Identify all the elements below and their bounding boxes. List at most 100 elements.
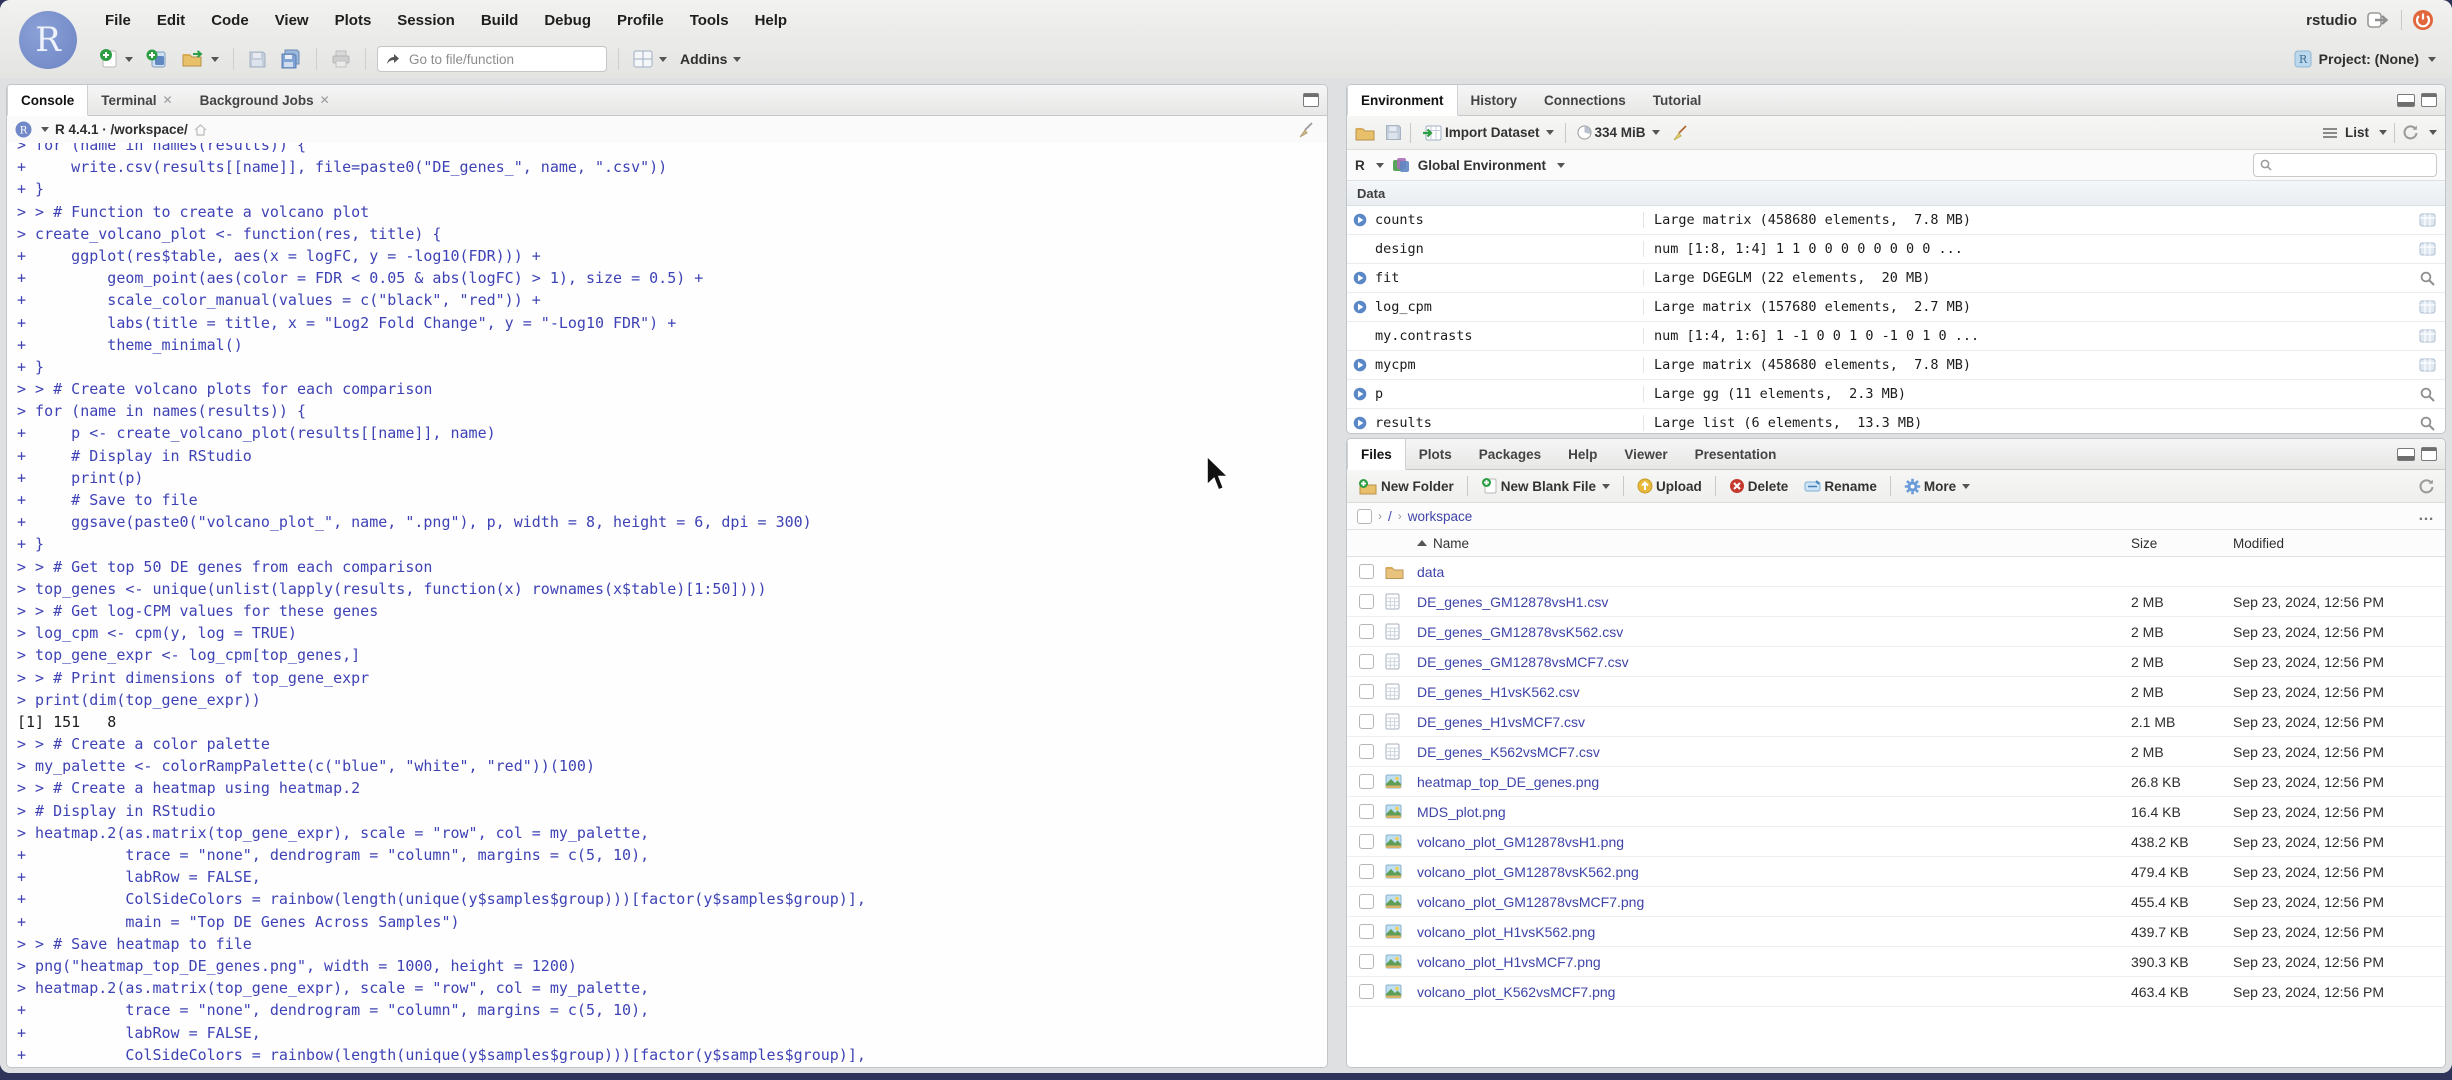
menu-view[interactable]: View: [262, 12, 322, 29]
file-name-link[interactable]: DE_genes_GM12878vsH1.csv: [1417, 594, 2131, 610]
goto-file-input[interactable]: [407, 50, 571, 68]
file-row[interactable]: DE_genes_GM12878vsMCF7.csv 2 MB Sep 23, 20…: [1347, 647, 2445, 677]
file-name-link[interactable]: volcano_plot_K562vsMCF7.png: [1417, 984, 2131, 1000]
file-checkbox[interactable]: [1359, 804, 1374, 819]
new-project-button[interactable]: [143, 46, 171, 72]
path-options-button[interactable]: …: [2418, 507, 2435, 525]
open-file-button[interactable]: [178, 47, 222, 71]
menu-session[interactable]: Session: [384, 12, 468, 29]
sign-out-icon[interactable]: [2367, 11, 2391, 29]
column-modified[interactable]: Modified: [2233, 536, 2445, 551]
breadcrumb-root[interactable]: /: [1388, 509, 1392, 524]
menu-build[interactable]: Build: [468, 12, 532, 29]
view-table-icon[interactable]: [2409, 242, 2445, 256]
console-output[interactable]: > for (name in names(results)) {+ write.…: [7, 143, 1327, 1067]
workspace-panes-button[interactable]: [630, 48, 670, 70]
expand-arrow-icon[interactable]: [1347, 416, 1373, 430]
env-row[interactable]: my.contrasts num [1:4, 1:6] 1 -1 0 0 1 0 …: [1347, 322, 2445, 351]
expand-arrow-icon[interactable]: [1347, 387, 1373, 401]
tab-background-jobs[interactable]: Background Jobs ✕: [187, 85, 344, 115]
menu-file[interactable]: File: [92, 12, 144, 29]
view-table-icon[interactable]: [2409, 213, 2445, 227]
file-checkbox[interactable]: [1359, 774, 1374, 789]
tab-console[interactable]: Console: [7, 85, 89, 116]
view-mode-button[interactable]: List: [2345, 125, 2369, 140]
file-row[interactable]: volcano_plot_GM12878vsMCF7.png 455.4 KB Se…: [1347, 887, 2445, 917]
file-row[interactable]: volcano_plot_K562vsMCF7.png 463.4 KB Sep 2…: [1347, 977, 2445, 1007]
file-row[interactable]: DE_genes_GM12878vsH1.csv 2 MB Sep 23, 2024…: [1347, 587, 2445, 617]
file-name-link[interactable]: DE_genes_H1vsMCF7.csv: [1417, 714, 2131, 730]
file-checkbox[interactable]: [1359, 684, 1374, 699]
menu-help[interactable]: Help: [742, 12, 801, 29]
refresh-icon[interactable]: [2402, 124, 2419, 141]
file-name-link[interactable]: MDS_plot.png: [1417, 804, 2131, 820]
save-all-button[interactable]: [277, 47, 305, 71]
env-row[interactable]: p Large gg (11 elements, 2.3 MB): [1347, 380, 2445, 409]
tab-history[interactable]: History: [1458, 85, 1532, 115]
new-file-button[interactable]: [96, 46, 136, 72]
file-row[interactable]: DE_genes_H1vsMCF7.csv 2.1 MB Sep 23, 2024,…: [1347, 707, 2445, 737]
maximize-pane-icon[interactable]: [2421, 93, 2437, 107]
close-tab-icon[interactable]: ✕: [320, 93, 330, 107]
file-checkbox[interactable]: [1359, 834, 1374, 849]
file-checkbox[interactable]: [1359, 744, 1374, 759]
env-row[interactable]: counts Large matrix (458680 elements, 7.8…: [1347, 206, 2445, 235]
file-name-link[interactable]: heatmap_top_DE_genes.png: [1417, 774, 2131, 790]
env-row[interactable]: results Large list (6 elements, 13.3 MB): [1347, 409, 2445, 433]
menu-code[interactable]: Code: [198, 12, 262, 29]
tab-help[interactable]: Help: [1555, 439, 1611, 469]
environment-search[interactable]: [2253, 153, 2437, 177]
new-blank-file-button[interactable]: New Blank File: [1478, 475, 1613, 497]
quit-session-icon[interactable]: [2412, 9, 2434, 31]
file-checkbox[interactable]: [1359, 624, 1374, 639]
file-row[interactable]: DE_genes_K562vsMCF7.csv 2 MB Sep 23, 2024,…: [1347, 737, 2445, 767]
load-workspace-icon[interactable]: [1355, 124, 1377, 142]
rename-button[interactable]: Rename: [1801, 477, 1880, 496]
r-version-icon[interactable]: R: [15, 121, 32, 138]
tab-files[interactable]: Files: [1347, 439, 1406, 470]
file-row[interactable]: DE_genes_GM12878vsK562.csv 2 MB Sep 23, 20…: [1347, 617, 2445, 647]
addins-button[interactable]: Addins: [677, 49, 744, 69]
language-selector[interactable]: R: [1355, 158, 1365, 173]
menu-plots[interactable]: Plots: [322, 12, 385, 29]
save-workspace-icon[interactable]: [1385, 124, 1402, 141]
maximize-pane-icon[interactable]: [2421, 447, 2437, 461]
tab-terminal[interactable]: Terminal ✕: [88, 85, 186, 115]
menu-edit[interactable]: Edit: [144, 12, 198, 29]
expand-arrow-icon[interactable]: [1347, 271, 1373, 285]
tab-presentation[interactable]: Presentation: [1682, 439, 1791, 469]
file-name-link[interactable]: DE_genes_K562vsMCF7.csv: [1417, 744, 2131, 760]
minimize-pane-icon[interactable]: [2397, 447, 2415, 461]
save-button[interactable]: [245, 48, 270, 71]
maximize-pane-icon[interactable]: [1303, 93, 1319, 107]
env-row[interactable]: fit Large DGEGLM (22 elements, 20 MB): [1347, 264, 2445, 293]
expand-arrow-icon[interactable]: [1347, 300, 1373, 314]
file-row[interactable]: DE_genes_H1vsK562.csv 2 MB Sep 23, 2024, 1…: [1347, 677, 2445, 707]
expand-arrow-icon[interactable]: [1347, 358, 1373, 372]
print-button[interactable]: [328, 48, 354, 70]
tab-viewer[interactable]: Viewer: [1611, 439, 1681, 469]
clear-console-icon[interactable]: [1297, 121, 1315, 139]
goto-file-search[interactable]: [377, 46, 607, 72]
column-name[interactable]: Name: [1417, 536, 2131, 551]
file-name-link[interactable]: volcano_plot_GM12878vsMCF7.png: [1417, 894, 2131, 910]
upload-button[interactable]: Upload: [1634, 476, 1705, 496]
file-row[interactable]: heatmap_top_DE_genes.png 26.8 KB Sep 23, 2…: [1347, 767, 2445, 797]
env-row[interactable]: log_cpm Large matrix (157680 elements, 2.…: [1347, 293, 2445, 322]
view-table-icon[interactable]: [2409, 329, 2445, 343]
file-checkbox[interactable]: [1359, 864, 1374, 879]
memory-usage-button[interactable]: 334 MiB: [1574, 123, 1663, 142]
file-checkbox[interactable]: [1359, 654, 1374, 669]
file-name-link[interactable]: DE_genes_GM12878vsK562.csv: [1417, 624, 2131, 640]
file-checkbox[interactable]: [1359, 714, 1374, 729]
file-name-link[interactable]: volcano_plot_GM12878vsH1.png: [1417, 834, 2131, 850]
refresh-icon[interactable]: [2418, 478, 2435, 495]
environment-search-input[interactable]: [2277, 157, 2411, 173]
file-row[interactable]: volcano_plot_H1vsK562.png 439.7 KB Sep 23,…: [1347, 917, 2445, 947]
clear-environment-icon[interactable]: [1671, 124, 1689, 142]
close-tab-icon[interactable]: ✕: [163, 93, 173, 107]
file-checkbox[interactable]: [1359, 594, 1374, 609]
file-name-link[interactable]: volcano_plot_H1vsK562.png: [1417, 924, 2131, 940]
tab-packages[interactable]: Packages: [1466, 439, 1555, 469]
file-checkbox[interactable]: [1359, 954, 1374, 969]
